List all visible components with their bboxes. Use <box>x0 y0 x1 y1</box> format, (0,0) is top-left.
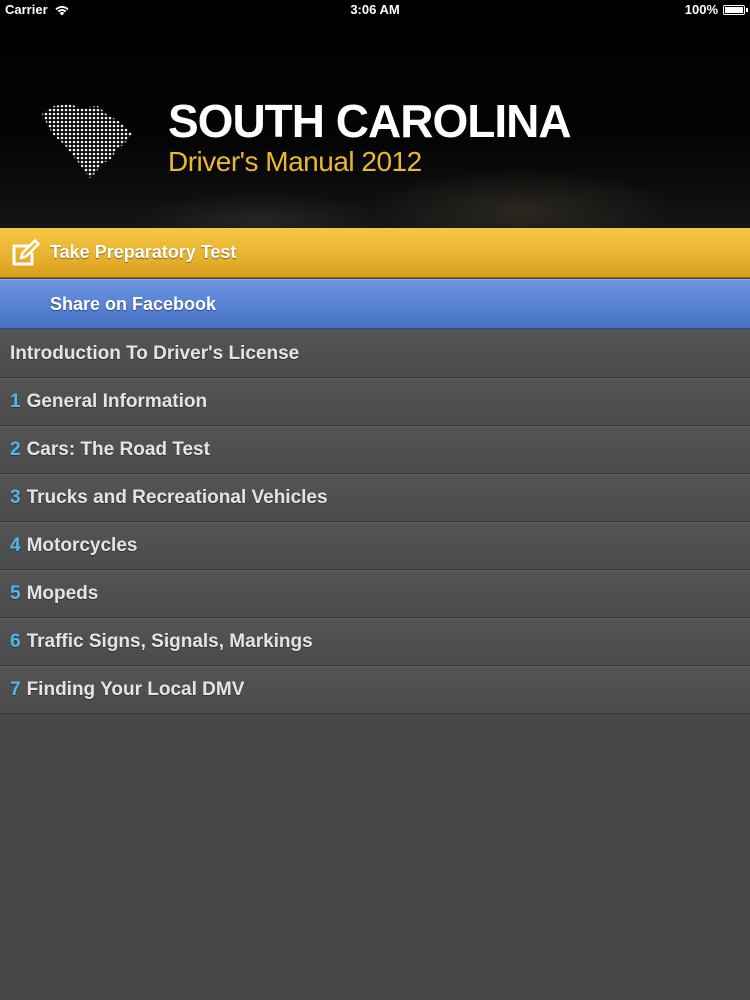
list-item-label: Trucks and Recreational Vehicles <box>26 487 328 508</box>
app-screen: Carrier 3:06 AM 100% SOUTH CAROLINA Driv… <box>0 0 750 1000</box>
banner-title: SOUTH CAROLINA <box>168 95 572 147</box>
share-on-facebook-label: Share on Facebook <box>50 293 217 314</box>
chapter-number: 6 <box>10 631 21 652</box>
share-on-facebook-button[interactable]: Share on Facebook <box>0 279 750 329</box>
list-item-chapter-2[interactable]: 2 Cars: The Road Test <box>0 426 750 474</box>
list-item-chapter-7[interactable]: 7 Finding Your Local DMV <box>0 666 750 714</box>
list-item-label: Motorcycles <box>26 535 138 556</box>
chapter-number: 1 <box>10 391 21 412</box>
list-item-label: General Information <box>26 391 208 412</box>
take-preparatory-test-label: Take Preparatory Test <box>50 242 237 262</box>
list-item-introduction[interactable]: Introduction To Driver's License <box>0 330 750 378</box>
chapter-number: 2 <box>10 439 21 460</box>
chapter-list: Introduction To Driver's License 1 Gener… <box>0 330 750 714</box>
banner-subtitle: Driver's Manual 2012 <box>168 146 422 177</box>
chapter-number: 4 <box>10 535 21 556</box>
chapter-number: 7 <box>10 679 21 700</box>
south-carolina-map-icon <box>42 104 132 178</box>
chapter-number: 5 <box>10 583 21 604</box>
status-time: 3:06 AM <box>350 2 400 17</box>
list-item-chapter-3[interactable]: 3 Trucks and Recreational Vehicles <box>0 474 750 522</box>
list-item-chapter-1[interactable]: 1 General Information <box>0 378 750 426</box>
list-item-label: Introduction To Driver's License <box>10 343 300 364</box>
list-item-label: Mopeds <box>26 583 99 604</box>
status-battery-group: 100% <box>684 0 748 20</box>
battery-percent: 100% <box>684 2 718 17</box>
status-bar: Carrier 3:06 AM 100% <box>0 0 750 20</box>
take-preparatory-test-button[interactable]: Take Preparatory Test <box>0 228 750 278</box>
list-item-chapter-4[interactable]: 4 Motorcycles <box>0 522 750 570</box>
header-banner: SOUTH CAROLINA Driver's Manual 2012 <box>0 20 750 228</box>
list-item-chapter-5[interactable]: 5 Mopeds <box>0 570 750 618</box>
list-item-chapter-6[interactable]: 6 Traffic Signs, Signals, Markings <box>0 618 750 666</box>
list-item-label: Traffic Signs, Signals, Markings <box>26 631 313 652</box>
list-item-label: Finding Your Local DMV <box>26 679 245 700</box>
edit-icon <box>12 238 40 265</box>
list-item-label: Cars: The Road Test <box>26 439 210 460</box>
chapter-number: 3 <box>10 487 21 508</box>
battery-icon <box>723 5 748 15</box>
